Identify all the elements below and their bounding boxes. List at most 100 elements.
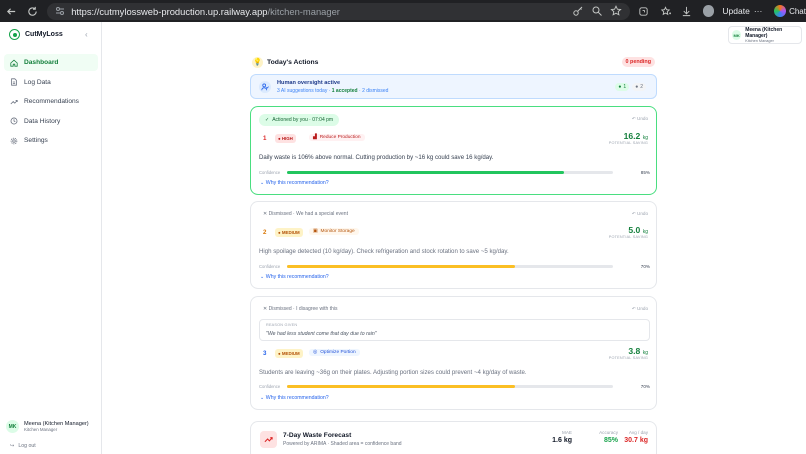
confidence-row: Confidence 85% <box>259 168 650 176</box>
header-user-name: Meena (Kitchen Manager) <box>745 27 783 39</box>
mae-value: 1.6 kg <box>552 437 572 444</box>
status-text: Actioned by you · 07:04 pm <box>272 117 334 123</box>
why-recommendation-link[interactable]: ⌄ Why this recommendation? <box>260 180 329 186</box>
trend-icon <box>10 98 18 106</box>
confidence-row: Confidence 70% <box>259 262 650 270</box>
why-recommendation-link[interactable]: ⌄ Why this recommendation? <box>260 395 329 401</box>
mae-metric: MAE 1.6 kg <box>552 430 572 444</box>
site-info-icon[interactable] <box>55 6 65 16</box>
user-role: Kitchen Manager <box>24 427 58 432</box>
todays-actions-header: 💡 Today's Actions 0 pending <box>250 54 657 70</box>
user-check-icon <box>259 81 271 93</box>
saving-value: 16.2 <box>623 131 641 141</box>
saving-value: 5.0 <box>628 225 641 235</box>
chat-label[interactable]: Chat <box>789 7 806 16</box>
sidebar-item-log-data[interactable]: Log Data <box>4 74 98 91</box>
copilot-icon[interactable] <box>774 5 787 17</box>
star-icon[interactable] <box>610 5 622 17</box>
why-label: Why this recommendation? <box>265 180 329 186</box>
back-button[interactable] <box>3 2 21 20</box>
undo-button[interactable]: ↶ Undo <box>632 211 648 217</box>
pending-badge: 0 pending <box>621 57 655 67</box>
summary-suffix: · 2 dismissed <box>357 88 389 94</box>
confidence-fill <box>287 384 516 388</box>
undo-button[interactable]: ↶ Undo <box>632 116 648 122</box>
accepted-count-badge: ● 1 <box>615 83 630 91</box>
forecast-title: 7-Day Waste Forecast <box>283 432 352 439</box>
sidebar-item-settings[interactable]: Settings <box>4 132 98 149</box>
downloads-icon[interactable] <box>679 3 695 19</box>
lightbulb-icon: 💡 <box>252 56 263 68</box>
reason-label: REASON GIVEN <box>266 323 298 327</box>
avg-value: 30.7 kg <box>624 437 648 444</box>
address-bar[interactable]: https://cutmylossweb-production.up.railw… <box>47 2 630 20</box>
why-recommendation-link[interactable]: ⌄ Why this recommendation? <box>260 274 329 280</box>
saving-label: POTENTIAL SAVING <box>608 141 648 145</box>
confidence-row: Confidence 70% <box>259 382 650 390</box>
summary-prefix: 3 AI suggestions today · <box>277 88 332 94</box>
header-user-menu[interactable]: MK Meena (Kitchen Manager) Kitchen Manag… <box>728 26 802 44</box>
accuracy-value: 85% <box>603 437 618 444</box>
recommendation-text: Daily waste is 106% above normal. Cuttin… <box>259 154 494 161</box>
confidence-fill <box>287 170 565 174</box>
recommendation-text: High spoilage detected (10 kg/day). Chec… <box>259 248 509 255</box>
undo-button[interactable]: ↶ Undo <box>632 306 648 312</box>
accuracy-metric: Accuracy 85% <box>599 430 618 444</box>
sidebar-item-label: Recommendations <box>24 98 79 105</box>
confidence-value: 85% <box>640 169 650 175</box>
factory-icon: ▟ <box>313 135 317 140</box>
storage-icon: ▣ <box>313 229 318 234</box>
trend-up-icon <box>260 431 277 448</box>
sidebar: CutMyLoss ‹ Dashboard Log Data Recommend… <box>0 22 102 454</box>
x-circle-icon: ● <box>635 84 639 90</box>
confidence-bar <box>287 384 613 388</box>
zoom-icon[interactable] <box>591 5 603 17</box>
check-icon: ✓ <box>265 117 270 123</box>
recommendation-card-1: ✓ Actioned by you · 07:04 pm ↶ Undo 1 ● H… <box>250 106 657 195</box>
history-icon <box>10 117 18 125</box>
confidence-fill <box>287 264 516 268</box>
reload-button[interactable] <box>24 2 42 20</box>
mae-label: MAE <box>562 430 572 435</box>
status-badge: ✕ Dismissed · I disagree with this <box>263 306 338 312</box>
rank-number: 1 <box>263 135 267 142</box>
confidence-label: Confidence <box>259 263 281 269</box>
action-label: Optimize Portion <box>320 350 356 355</box>
rank-number: 3 <box>263 350 267 357</box>
collapse-sidebar-icon[interactable]: ‹ <box>85 30 88 39</box>
brand[interactable]: CutMyLoss <box>9 29 63 40</box>
section-title: Today's Actions <box>267 58 319 66</box>
sidebar-item-label: Log Data <box>24 78 51 86</box>
favorites-icon[interactable] <box>657 3 673 19</box>
priority-badge: ● MEDIUM <box>275 228 303 237</box>
accepted-count: 1 <box>623 84 627 90</box>
accepted-summary: 1 accepted <box>331 88 358 94</box>
oversight-title: Human oversight active <box>277 80 341 86</box>
sidebar-item-recommendations[interactable]: Recommendations <box>4 93 98 110</box>
extensions-icon[interactable] <box>636 3 652 19</box>
confidence-label: Confidence <box>259 169 281 175</box>
update-label: Update <box>722 6 750 16</box>
reload-icon <box>28 6 37 16</box>
logout-label: Log out <box>18 443 36 449</box>
sidebar-user[interactable]: MK Meena (Kitchen Manager) Kitchen Manag… <box>6 420 89 433</box>
saving-label: POTENTIAL SAVING <box>608 356 648 360</box>
dismiss-reason-box: REASON GIVEN "We had less student come t… <box>259 319 650 341</box>
key-icon[interactable] <box>572 5 584 17</box>
logout-button[interactable]: ↪ Log out <box>10 443 36 449</box>
status-text: Dismissed · I disagree with this <box>268 306 338 312</box>
action-label: Reduce Production <box>319 135 361 140</box>
priority-label: HIGH <box>281 136 293 141</box>
more-icon[interactable]: ··· <box>754 6 763 16</box>
potential-saving: 5.0 kg POTENTIAL SAVING <box>609 225 648 239</box>
why-label: Why this recommendation? <box>265 395 329 401</box>
oversight-banner: Human oversight active 3 AI suggestions … <box>250 74 657 99</box>
gear-icon <box>10 137 18 145</box>
header-user-role: Kitchen Manager <box>745 39 774 43</box>
update-button[interactable]: Update ··· <box>722 6 762 16</box>
profile-avatar[interactable] <box>702 5 715 17</box>
recommendation-text: Students are leaving ~36g on their plate… <box>259 369 527 376</box>
sidebar-item-data-history[interactable]: Data History <box>4 113 98 130</box>
sidebar-item-dashboard[interactable]: Dashboard <box>4 54 98 71</box>
target-icon: ◎ <box>313 350 318 355</box>
